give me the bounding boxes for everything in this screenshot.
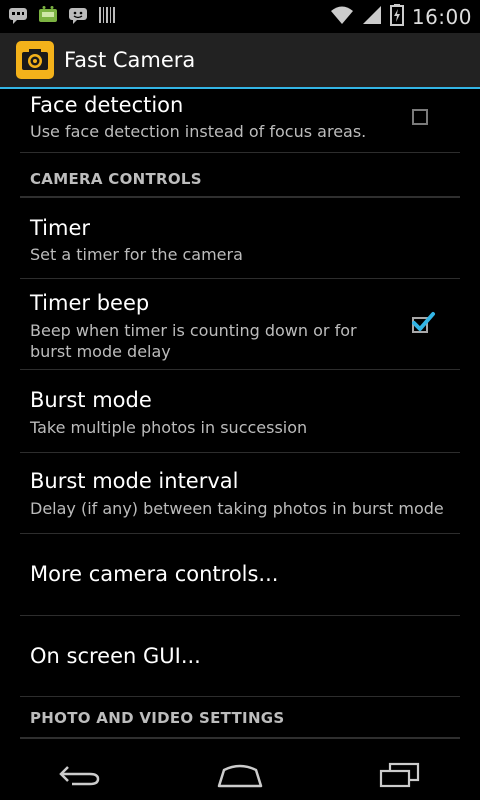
android-icon — [38, 5, 58, 29]
back-icon[interactable] — [40, 749, 120, 800]
wifi-icon — [330, 5, 354, 29]
category-label: CAMERA CONTROLS — [30, 170, 202, 188]
home-icon[interactable] — [200, 749, 280, 800]
category-camera-controls: CAMERA CONTROLS — [20, 152, 460, 198]
pref-title: Burst mode interval — [30, 469, 239, 493]
face-detection-checkbox[interactable] — [412, 109, 428, 125]
settings-list[interactable]: Face detection Use face detection instea… — [0, 89, 480, 749]
pref-summary: Set a timer for the camera — [30, 245, 243, 264]
pref-burst-mode[interactable]: Burst mode Take multiple photos in succe… — [20, 370, 460, 453]
barcode-icon — [98, 5, 116, 29]
pref-title: More camera controls... — [30, 562, 279, 586]
pref-title: Timer beep — [30, 291, 150, 315]
chat-icon — [68, 6, 88, 28]
pref-on-screen-gui[interactable]: On screen GUI... — [20, 616, 460, 697]
messaging-icon — [8, 6, 28, 28]
pref-title: Timer — [30, 216, 91, 240]
pref-more-camera-controls[interactable]: More camera controls... — [20, 534, 460, 616]
check-icon — [412, 312, 435, 331]
battery-icon — [389, 3, 404, 30]
pref-summary: Beep when timer is counting down or for … — [30, 321, 357, 361]
pref-summary: Delay (if any) between taking photos in … — [30, 499, 444, 518]
pref-face-detection[interactable]: Face detection Use face detection instea… — [20, 89, 460, 153]
navigation-bar — [0, 749, 480, 800]
category-label: PHOTO AND VIDEO SETTINGS — [30, 709, 285, 727]
timer-beep-checkbox[interactable] — [412, 312, 435, 333]
pref-title: On screen GUI... — [30, 644, 201, 668]
recent-apps-icon[interactable] — [360, 749, 440, 800]
pref-burst-mode-interval[interactable]: Burst mode interval Delay (if any) betwe… — [20, 453, 460, 534]
pref-summary: Take multiple photos in succession — [30, 418, 308, 437]
pref-timer-beep[interactable]: Timer beep Beep when timer is counting d… — [20, 279, 460, 370]
app-title: Fast Camera — [64, 48, 196, 72]
pref-title: Face detection — [30, 93, 184, 117]
action-bar: Fast Camera — [0, 33, 480, 87]
category-photo-video-settings: PHOTO AND VIDEO SETTINGS — [20, 697, 460, 739]
signal-icon — [362, 5, 382, 29]
pref-timer[interactable]: Timer Set a timer for the camera — [20, 198, 460, 279]
status-time: 16:00 — [411, 4, 472, 29]
pref-summary: Use face detection instead of focus area… — [30, 122, 367, 141]
status-bar: 16:00 — [0, 0, 480, 33]
camera-icon[interactable] — [16, 41, 54, 79]
pref-title: Burst mode — [30, 388, 152, 412]
